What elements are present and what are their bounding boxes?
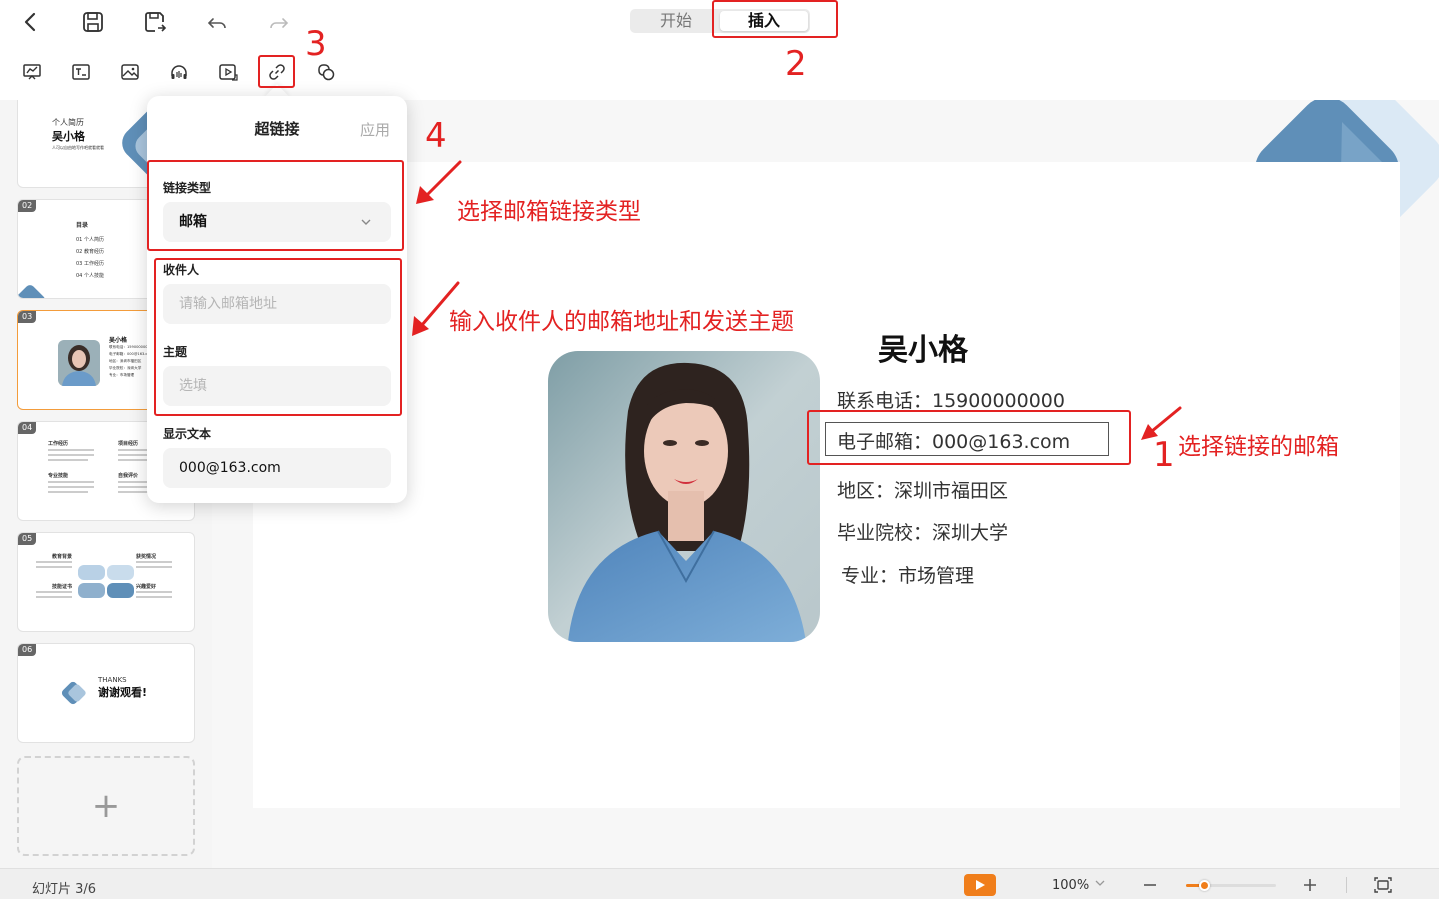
thumb-number: 03 xyxy=(18,311,37,323)
thumb-number: 04 xyxy=(18,422,37,434)
thumb-text: 谢谢观看! xyxy=(98,686,148,699)
slide-3[interactable]: 吴小格 联系电话：15900000000 电子邮箱：000@163.com 地区… xyxy=(253,162,1400,808)
annotation-note-email: 选择链接的邮箱 xyxy=(1178,434,1339,460)
school-text[interactable]: 毕业院校：深圳大学 xyxy=(837,518,1008,545)
image-icon[interactable] xyxy=(116,58,144,86)
redo-icon[interactable] xyxy=(265,8,293,36)
thumb-number: 02 xyxy=(18,200,37,212)
tab-start[interactable]: 开始 xyxy=(632,11,720,31)
annotation-box-recipient-subject xyxy=(154,258,402,416)
thumb-text: 教育背景 xyxy=(52,554,73,560)
back-icon[interactable] xyxy=(17,8,45,36)
annotation-step-4: 4 xyxy=(425,116,447,156)
apply-button[interactable]: 应用 xyxy=(360,119,390,140)
thumb-text: 专业：市场管理 xyxy=(109,373,135,377)
annotation-box-link-tool xyxy=(258,55,295,88)
textbox-icon[interactable] xyxy=(67,58,95,86)
thumb-text: 获奖情况 xyxy=(136,554,157,560)
save-as-icon[interactable] xyxy=(141,8,169,36)
play-icon xyxy=(976,880,985,890)
thumb-text: 项目经历 xyxy=(118,441,139,447)
slide-thumbnail-6[interactable]: 06 THANKS 谢谢观看! xyxy=(17,643,195,743)
slide-counter: 幻灯片 3/6 xyxy=(32,882,97,897)
profile-photo[interactable] xyxy=(548,351,820,642)
annotation-box-link-type xyxy=(147,160,404,251)
zoom-slider[interactable] xyxy=(1186,880,1276,891)
audio-icon[interactable] xyxy=(165,58,193,86)
zoom-in-icon[interactable] xyxy=(1300,875,1320,895)
annotation-step-2: 2 xyxy=(785,44,807,84)
thumb-text: 毕业院校：深圳大学 xyxy=(109,366,142,370)
annotation-step-3: 3 xyxy=(305,24,327,64)
undo-icon[interactable] xyxy=(203,8,231,36)
thumb-text: 地区：深圳市福田区 xyxy=(109,359,142,363)
thumb-text: 03 工作经历 xyxy=(76,261,104,267)
thumb-text: 个人简历 xyxy=(52,118,84,127)
annotation-note-recipient: 输入收件人的邮箱地址和发送主题 xyxy=(449,309,794,335)
zoom-slider-knob[interactable] xyxy=(1199,880,1210,891)
thumb-text: 联系电话：15900000000 xyxy=(109,345,153,349)
thumb-number: 05 xyxy=(18,533,37,545)
video-icon[interactable] xyxy=(214,58,242,86)
person-name[interactable]: 吴小格 xyxy=(878,325,968,369)
major-text[interactable]: 专业：市场管理 xyxy=(841,561,974,588)
plus-icon: + xyxy=(91,786,121,826)
thumb-text: THANKS xyxy=(98,676,127,684)
fit-screen-icon[interactable] xyxy=(1373,875,1393,895)
thumb-text: 工作经历 xyxy=(48,441,69,447)
slide-thumbnail-5[interactable]: 05 教育背景 获奖情况 技能证书 兴趣爱好 xyxy=(17,532,195,632)
region-text[interactable]: 地区：深圳市福田区 xyxy=(837,476,1008,503)
annotation-box-insert-tab xyxy=(712,0,838,38)
zoom-level[interactable]: 100% xyxy=(1052,878,1089,893)
thumb-text: 04 个人技能 xyxy=(76,273,104,279)
status-bar: 幻灯片 3/6 100% xyxy=(0,868,1439,899)
zoom-out-icon[interactable] xyxy=(1140,875,1160,895)
thumb-text: 吴小格 xyxy=(52,130,85,143)
divider xyxy=(1346,877,1347,893)
thumb-text: 01 个人简历 xyxy=(76,237,104,243)
annotation-note-link-type: 选择邮箱链接类型 xyxy=(457,199,641,225)
thumb-text: 目录 xyxy=(76,222,89,229)
save-icon[interactable] xyxy=(79,8,107,36)
chart-icon[interactable] xyxy=(18,58,46,86)
phone-text[interactable]: 联系电话：15900000000 xyxy=(837,386,1065,413)
thumb-text: 吴小格 xyxy=(109,337,128,344)
thumb-number: 06 xyxy=(18,644,37,656)
annotation-step-1: 1 xyxy=(1153,435,1175,475)
display-text-input[interactable]: 000@163.com xyxy=(163,448,391,488)
annotation-box-email xyxy=(807,410,1131,465)
add-slide-button[interactable]: + xyxy=(17,756,195,856)
play-slideshow-button[interactable] xyxy=(964,874,996,896)
chevron-down-icon[interactable] xyxy=(1093,876,1107,890)
thumb-text: 人可以自由地写作吧就看就看 xyxy=(52,145,104,150)
display-text-label: 显示文本 xyxy=(163,427,212,441)
thumb-portrait xyxy=(58,340,100,386)
thumb-text: 02 教育经历 xyxy=(76,249,104,255)
